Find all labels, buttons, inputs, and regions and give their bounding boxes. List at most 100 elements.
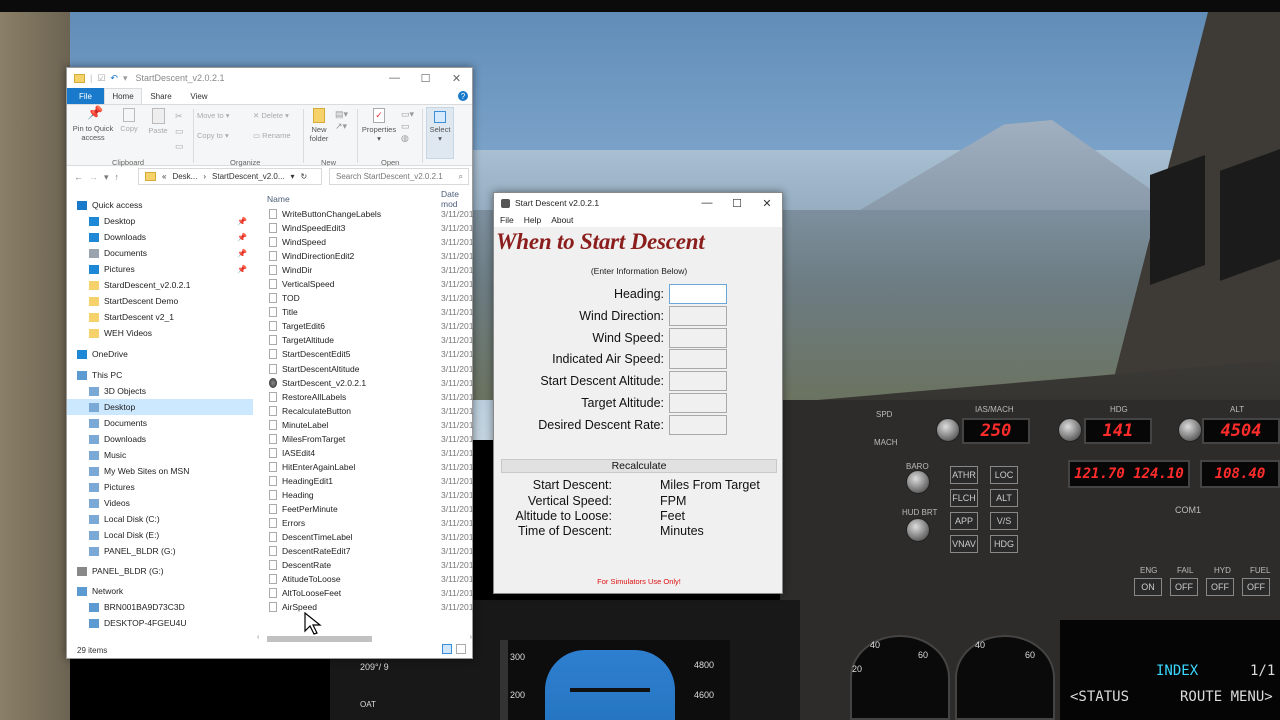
breadcrumb-desktop[interactable]: Desk... — [172, 172, 197, 181]
help-icon[interactable]: ? — [458, 91, 468, 101]
select-button[interactable]: Select ▾ — [426, 107, 454, 159]
cdu-status-key[interactable]: <STATUS — [1070, 689, 1129, 705]
chevron-down-icon[interactable]: ▾ — [123, 73, 128, 84]
mcp-vnav-button[interactable]: VNAV — [950, 535, 978, 553]
nav-pc-item[interactable]: Music — [67, 447, 253, 463]
tab-file[interactable]: File — [67, 88, 104, 104]
ias-knob[interactable] — [936, 418, 960, 442]
nav-pc-item[interactable]: My Web Sites on MSN — [67, 463, 253, 479]
properties-check-icon[interactable]: ☑ — [97, 73, 105, 84]
column-name-header[interactable]: Name — [267, 194, 290, 204]
baro-knob[interactable] — [906, 470, 930, 494]
nav-pc-item[interactable]: 3D Objects — [67, 383, 253, 399]
paste-button[interactable]: Paste — [146, 108, 170, 135]
tab-view[interactable]: View — [180, 88, 218, 104]
cdu-route-menu-key[interactable]: ROUTE MENU> — [1180, 689, 1273, 705]
alt-knob[interactable] — [1178, 418, 1202, 442]
file-row[interactable]: WindSpeedEdit3 3/11/201 — [263, 221, 474, 235]
mcp-alt-button[interactable]: ALT — [990, 489, 1018, 507]
wind-speed-input[interactable] — [669, 328, 727, 348]
file-row[interactable]: Title 3/11/201 — [263, 305, 474, 319]
nav-pc-item[interactable]: Videos — [67, 495, 253, 511]
refresh-icon[interactable]: ↻ — [301, 172, 308, 181]
scroll-right-icon[interactable]: › — [470, 634, 472, 641]
menu-file[interactable]: File — [500, 215, 514, 225]
file-row[interactable]: DescentTimeLabel 3/11/201 — [263, 530, 474, 544]
horizontal-scrollbar[interactable]: ‹ › — [257, 634, 474, 644]
nav-pc-item[interactable]: PANEL_BLDR (G:) — [67, 543, 253, 559]
file-row[interactable]: AltToLooseFeet 3/11/201 — [263, 586, 474, 600]
nav-network[interactable]: Network — [67, 583, 253, 599]
file-row[interactable]: RestoreAllLabels 3/11/201 — [263, 390, 474, 404]
nav-quick-item[interactable]: StardDescent_v2.0.2.1 — [67, 277, 253, 293]
nav-quick-item[interactable]: Documents 📌 — [67, 245, 253, 261]
address-bar[interactable]: « Desk... › StartDescent_v2.0... ▾ ↻ — [138, 168, 322, 185]
nav-pc-item[interactable]: Documents — [67, 415, 253, 431]
file-row[interactable]: TargetEdit6 3/11/201 — [263, 319, 474, 333]
hyd-off-switch[interactable]: OFF — [1206, 578, 1234, 596]
file-row[interactable]: IASEdit4 3/11/201 — [263, 446, 474, 460]
pin-quick-access-button[interactable]: 📌 Pin to Quick access — [71, 106, 115, 142]
close-icon[interactable]: ✕ — [441, 68, 472, 88]
nav-quick-item[interactable]: Downloads 📌 — [67, 229, 253, 245]
scrollbar-thumb[interactable] — [267, 636, 372, 642]
file-row[interactable]: MinuteLabel 3/11/201 — [263, 418, 474, 432]
move-to-button[interactable]: Move to ▾ — [197, 111, 242, 120]
file-row[interactable]: WindDir 3/11/201 — [263, 263, 474, 277]
hud-brt-knob[interactable] — [906, 518, 930, 542]
file-row[interactable]: TOD 3/11/201 — [263, 291, 474, 305]
address-dropdown-icon[interactable]: ▾ — [291, 172, 295, 181]
file-row[interactable]: AirSpeed 3/11/201 — [263, 600, 474, 614]
file-row[interactable]: HeadingEdit1 3/11/201 — [263, 474, 474, 488]
nav-this-pc[interactable]: This PC — [67, 367, 253, 383]
forward-icon[interactable]: → — [89, 172, 98, 182]
details-view-icon[interactable] — [442, 644, 452, 654]
nav-quick-item[interactable]: Desktop 📌 — [67, 213, 253, 229]
recalculate-button[interactable]: Recalculate — [501, 459, 777, 473]
file-row[interactable]: StartDescent_v2.0.2.1 3/11/201 — [263, 376, 474, 390]
eng-on-switch[interactable]: ON — [1134, 578, 1162, 596]
nav-panel-bldr[interactable]: PANEL_BLDR (G:) — [67, 563, 253, 579]
mcp-loc-button[interactable]: LOC — [990, 466, 1018, 484]
nav-pc-item[interactable]: Local Disk (C:) — [67, 511, 253, 527]
search-box[interactable]: Search StartDescent_v2.0.2.1 ⌕ — [329, 168, 469, 185]
file-row[interactable]: StartDescentAltitude 3/11/201 — [263, 362, 474, 376]
nav-quick-item[interactable]: Pictures 📌 — [67, 261, 253, 277]
nav-quick-item[interactable]: StartDescent v2_1 — [67, 309, 253, 325]
file-row[interactable]: StartDescentEdit5 3/11/201 — [263, 347, 474, 361]
nav-network-item[interactable]: BRN001BA9D73C3D — [67, 599, 253, 615]
recent-locations-icon[interactable]: ▾ — [104, 172, 109, 183]
scroll-left-icon[interactable]: ‹ — [257, 634, 259, 641]
hdg-knob[interactable] — [1058, 418, 1082, 442]
properties-button[interactable]: ✓ Properties ▾ — [361, 108, 397, 143]
nav-onedrive[interactable]: OneDrive — [67, 346, 253, 362]
nav-quick-item[interactable]: WEH Videos — [67, 325, 253, 341]
file-row[interactable]: VerticalSpeed 3/11/201 — [263, 277, 474, 291]
nav-pc-item[interactable]: Pictures — [67, 479, 253, 495]
fuel-off-switch[interactable]: OFF — [1242, 578, 1270, 596]
nav-quick-item[interactable]: StartDescent Demo — [67, 293, 253, 309]
descent-rate-input[interactable] — [669, 415, 727, 435]
minimize-icon[interactable]: — — [379, 68, 410, 88]
file-row[interactable]: FeetPerMinute 3/11/201 — [263, 502, 474, 516]
mcp-app-button[interactable]: APP — [950, 512, 978, 530]
nav-network-item[interactable]: DESKTOP-4FGEU4U — [67, 615, 253, 631]
undo-icon[interactable]: ↶ — [110, 73, 118, 84]
tab-share[interactable]: Share — [142, 88, 180, 104]
target-altitude-input[interactable] — [669, 393, 727, 413]
minimize-icon[interactable]: — — [692, 193, 722, 213]
nav-pc-item[interactable]: Desktop — [67, 399, 253, 415]
file-row[interactable]: WindSpeed 3/11/201 — [263, 235, 474, 249]
fail-off-switch[interactable]: OFF — [1170, 578, 1198, 596]
mcp-athr-button[interactable]: ATHR — [950, 466, 978, 484]
wind-direction-input[interactable] — [669, 306, 727, 326]
up-icon[interactable]: ↑ — [115, 172, 120, 182]
file-row[interactable]: Heading 3/11/201 — [263, 488, 474, 502]
file-row[interactable]: MilesFromTarget 3/11/201 — [263, 432, 474, 446]
menu-help[interactable]: Help — [524, 215, 541, 225]
file-row[interactable]: TargetAltitude 3/11/201 — [263, 333, 474, 347]
mcp-hdg-button[interactable]: HDG — [990, 535, 1018, 553]
menu-about[interactable]: About — [551, 215, 573, 225]
delete-button[interactable]: ✕ Delete ▾ — [253, 111, 298, 120]
copy-to-button[interactable]: Copy to ▾ — [197, 131, 242, 140]
